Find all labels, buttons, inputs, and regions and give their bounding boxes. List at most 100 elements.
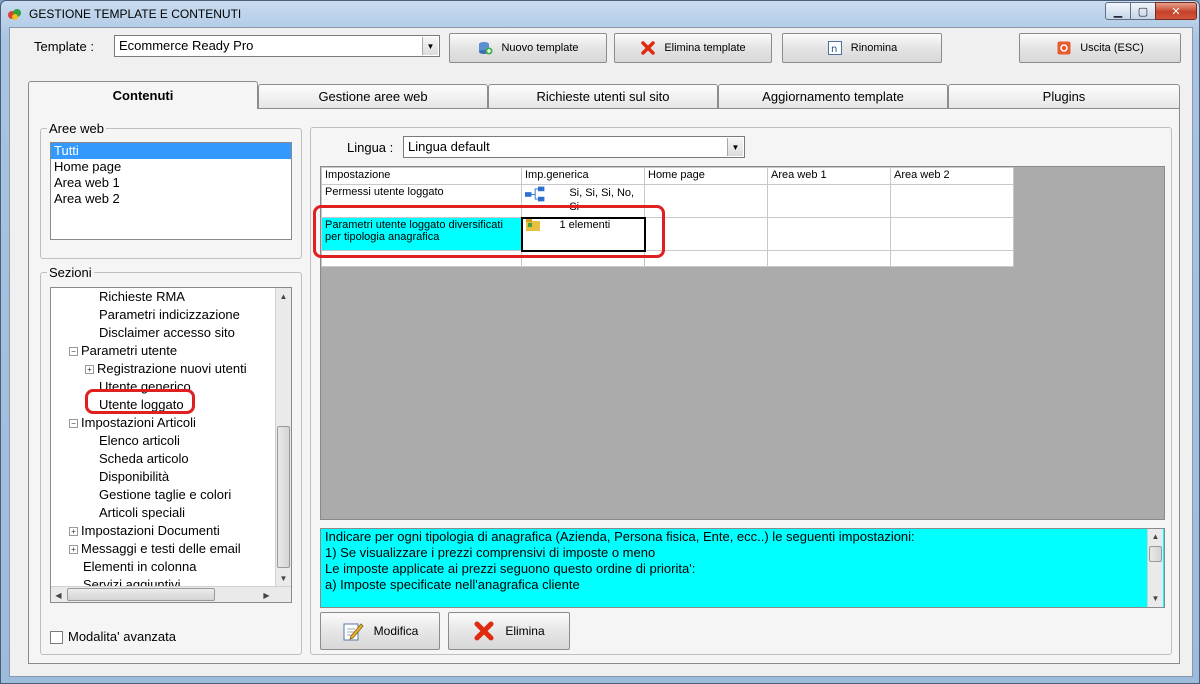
permessi-value: Si, Si, Si, No, Si (569, 187, 635, 212)
database-add-icon (477, 40, 493, 56)
aree-web-list[interactable]: Tutti Home page Area web 1 Area web 2 (50, 142, 292, 240)
list-item[interactable]: Area web 2 (51, 191, 291, 207)
tree-item[interactable]: Scheda articolo (99, 450, 189, 468)
tree-item-selected[interactable]: Utente loggato (99, 396, 184, 414)
delete-button[interactable]: Elimina (448, 612, 570, 650)
scroll-thumb[interactable] (67, 588, 215, 601)
table-cell[interactable] (644, 184, 768, 218)
tree-item-label: Impostazioni Articoli (81, 415, 196, 430)
column-header[interactable]: Area web 2 (890, 167, 1014, 185)
tree-node[interactable]: + Registrazione nuovi utenti (85, 360, 247, 378)
table-row[interactable] (321, 250, 1014, 267)
window-title: GESTIONE TEMPLATE E CONTENUTI (29, 7, 242, 21)
tree-item[interactable]: Elenco articoli (99, 432, 180, 450)
tree-item[interactable]: Gestione taglie e colori (99, 486, 231, 504)
expand-icon[interactable]: + (69, 545, 78, 555)
scroll-right-icon[interactable]: ▶ (259, 587, 274, 602)
tree-node[interactable]: + Impostazioni Documenti (69, 522, 220, 540)
scroll-up-icon[interactable]: ▲ (276, 288, 291, 304)
column-header[interactable]: Home page (644, 167, 768, 185)
scroll-up-icon[interactable]: ▲ (1148, 529, 1163, 545)
tree-node[interactable]: − Impostazioni Articoli (69, 414, 196, 432)
column-header[interactable]: Area web 1 (767, 167, 891, 185)
chevron-down-icon[interactable]: ▼ (422, 37, 438, 55)
column-header[interactable]: Impostazione (321, 167, 522, 185)
template-select[interactable]: Ecommerce Ready Pro ▼ (114, 35, 440, 57)
maximize-button[interactable]: ▢ (1130, 2, 1156, 20)
svg-text:n: n (831, 44, 837, 55)
tree-item[interactable]: Richieste RMA (99, 288, 185, 306)
tab-aggiornamento-template[interactable]: Aggiornamento template (718, 84, 948, 108)
main-window: GESTIONE TEMPLATE E CONTENUTI ▁ ▢ ✕ Temp… (0, 0, 1200, 684)
tree-item-label: Messaggi e testi delle email (81, 541, 241, 556)
edit-button[interactable]: Modifica (320, 612, 440, 650)
rename-button[interactable]: n Rinomina (782, 33, 942, 63)
table-cell[interactable]: Si, Si, Si, No, Si (521, 184, 645, 218)
table-row[interactable]: Parametri utente loggato diversificati p… (321, 216, 1014, 252)
table-row[interactable]: Permessi utente loggato Si, Si, Si, No, … (321, 184, 1014, 218)
folder-icon (525, 218, 540, 231)
table-cell[interactable]: Parametri utente loggato diversificati p… (321, 217, 522, 251)
scroll-thumb[interactable] (277, 426, 290, 568)
scroll-left-icon[interactable]: ◀ (51, 587, 66, 602)
table-cell[interactable] (321, 250, 522, 267)
list-item[interactable]: Home page (51, 159, 291, 175)
list-item[interactable]: Tutti (51, 143, 291, 159)
table-cell[interactable] (767, 184, 891, 218)
tree-horizontal-scrollbar[interactable]: ◀ ▶ (51, 586, 291, 602)
table-cell[interactable] (890, 217, 1014, 251)
tree-node[interactable]: − Parametri utente (69, 342, 177, 360)
collapse-icon[interactable]: − (69, 419, 78, 429)
description-line: Le imposte applicate ai prezzi seguono q… (325, 561, 696, 576)
settings-grid[interactable]: Impostazione Imp.generica Home page Area… (320, 166, 1165, 520)
tree-item[interactable]: Utente generico (99, 378, 191, 396)
table-cell[interactable] (644, 217, 768, 251)
table-cell-selected[interactable]: 1 elementi (520, 216, 646, 252)
minimize-button[interactable]: ▁ (1105, 2, 1131, 20)
tree-item[interactable]: Elementi in colonna (83, 558, 196, 576)
scroll-thumb[interactable] (1149, 546, 1162, 562)
table-cell[interactable] (767, 217, 891, 251)
settings-table: Impostazione Imp.generica Home page Area… (321, 167, 1014, 267)
tree-item[interactable]: Disponibilità (99, 468, 169, 486)
expand-icon[interactable]: + (69, 527, 78, 537)
table-cell[interactable] (767, 250, 891, 267)
elementi-value: 1 elementi (559, 218, 611, 231)
tree-node[interactable]: + Messaggi e testi delle email (69, 540, 241, 558)
table-cell[interactable] (890, 184, 1014, 218)
table-cell[interactable]: Permessi utente loggato (321, 184, 522, 218)
table-cell[interactable] (521, 250, 645, 267)
tree-item[interactable]: Articoli speciali (99, 504, 185, 522)
tab-richieste-utenti[interactable]: Richieste utenti sul sito (488, 84, 718, 108)
chevron-down-icon[interactable]: ▼ (727, 138, 743, 156)
collapse-icon[interactable]: − (69, 347, 78, 357)
tree-item[interactable]: Parametri indicizzazione (99, 306, 240, 324)
table-header-row: Impostazione Imp.generica Home page Area… (321, 167, 1014, 185)
column-header[interactable]: Imp.generica (521, 167, 645, 185)
lingua-select[interactable]: Lingua default ▼ (403, 136, 745, 158)
expand-icon[interactable]: + (85, 365, 94, 375)
tree-item[interactable]: Disclaimer accesso sito (99, 324, 235, 342)
advanced-mode-checkbox[interactable] (50, 631, 63, 644)
rename-icon: n (827, 40, 843, 56)
tab-gestione-aree-web[interactable]: Gestione aree web (258, 84, 488, 108)
client-area: Template : Ecommerce Ready Pro ▼ Nuovo t… (9, 27, 1193, 677)
lingua-select-value: Lingua default (408, 139, 490, 154)
tab-plugins[interactable]: Plugins (948, 84, 1180, 108)
exit-button[interactable]: Uscita (ESC) (1019, 33, 1181, 63)
sezioni-tree[interactable]: Richieste RMA Parametri indicizzazione D… (50, 287, 292, 603)
new-template-button[interactable]: Nuovo template (449, 33, 607, 63)
close-button[interactable]: ✕ (1155, 2, 1197, 20)
memo-vertical-scrollbar[interactable]: ▲ ▼ (1147, 529, 1163, 607)
description-memo[interactable]: Indicare per ogni tipologia di anagrafic… (320, 528, 1165, 608)
scroll-down-icon[interactable]: ▼ (276, 570, 291, 586)
tree-vertical-scrollbar[interactable]: ▲ ▼ (275, 288, 291, 586)
delete-template-button[interactable]: Elimina template (614, 33, 772, 63)
list-item[interactable]: Area web 1 (51, 175, 291, 191)
title-bar: GESTIONE TEMPLATE E CONTENUTI ▁ ▢ ✕ (1, 1, 1199, 27)
table-cell[interactable] (890, 250, 1014, 267)
table-cell[interactable] (644, 250, 768, 267)
scroll-down-icon[interactable]: ▼ (1148, 591, 1163, 607)
tab-contenuti[interactable]: Contenuti (28, 81, 258, 109)
tree-item-label: Registrazione nuovi utenti (97, 361, 247, 376)
